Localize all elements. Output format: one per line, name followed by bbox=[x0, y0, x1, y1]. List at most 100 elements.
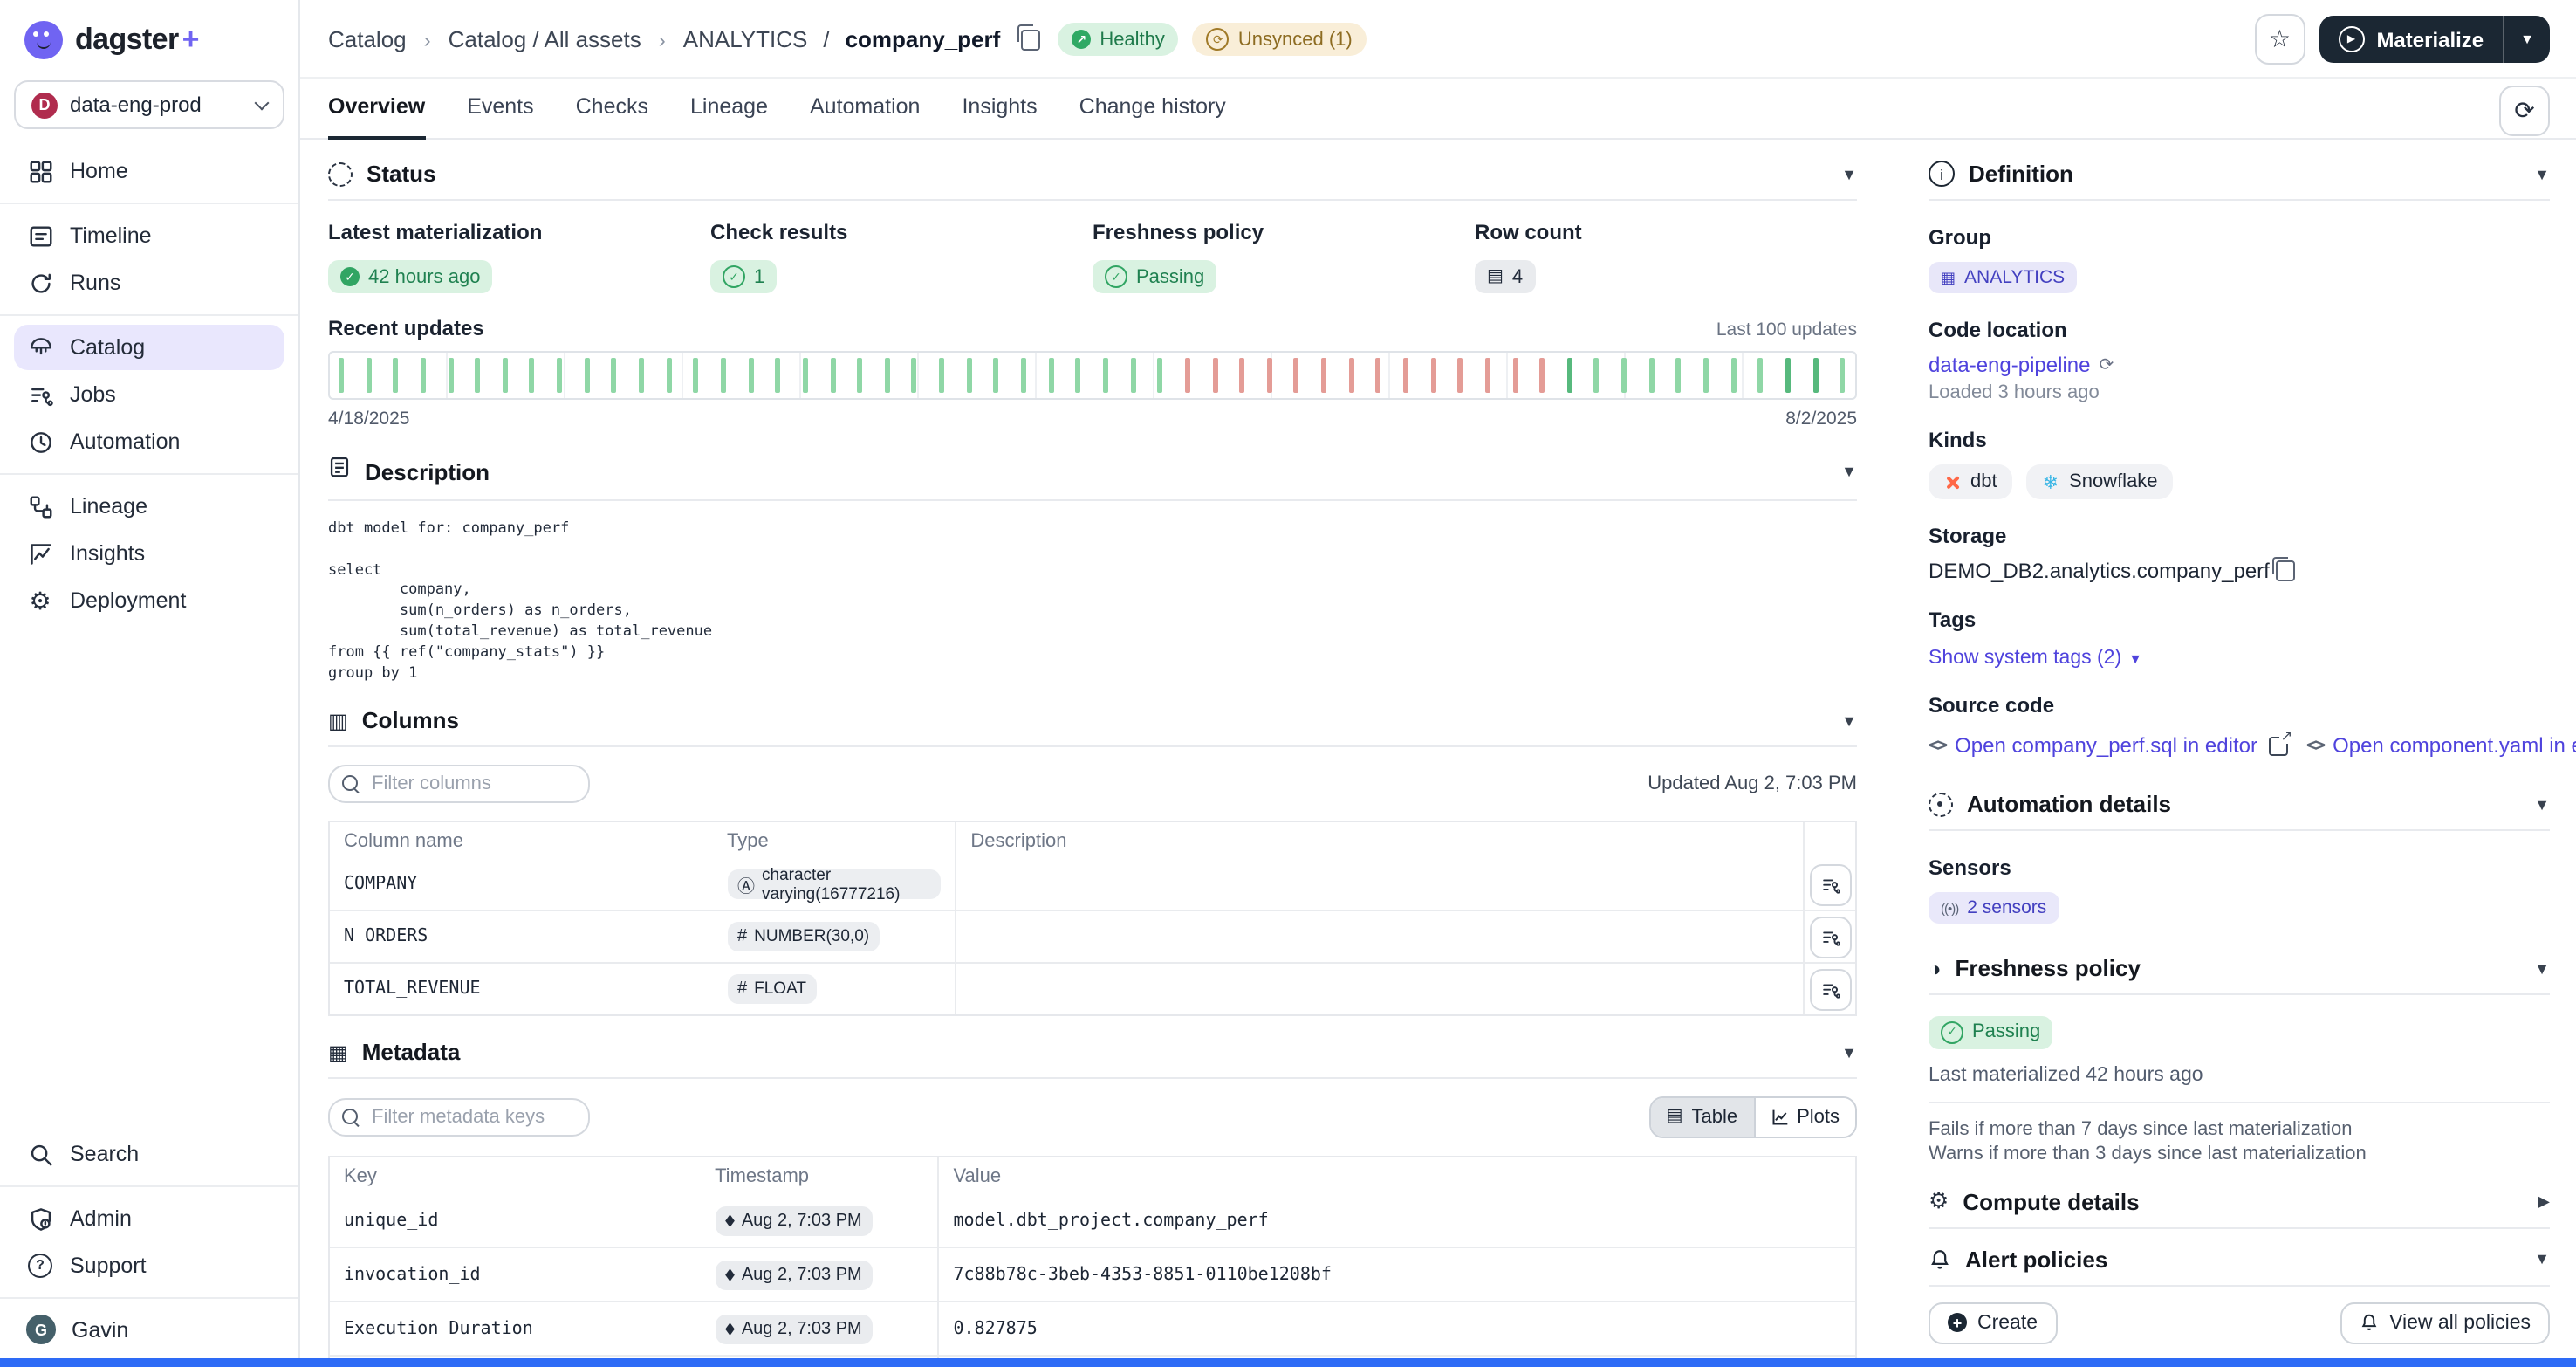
update-bar-success[interactable] bbox=[830, 358, 835, 393]
update-bar-failure[interactable] bbox=[1212, 358, 1217, 393]
update-bar-failure[interactable] bbox=[1239, 358, 1244, 393]
update-bar-success[interactable] bbox=[1812, 358, 1818, 393]
collapse-caret-icon[interactable]: ▼ bbox=[1841, 712, 1857, 730]
expand-caret-icon[interactable]: ▶ bbox=[2538, 1192, 2550, 1211]
logo-row[interactable]: dagster+ bbox=[0, 0, 298, 73]
kind-badge-snowflake[interactable]: ❄Snowflake bbox=[2027, 464, 2174, 499]
metadata-timestamp-badge[interactable]: ◆Aug 2, 7:03 PM bbox=[715, 1261, 873, 1290]
materialize-dropdown[interactable]: ▼ bbox=[2504, 31, 2550, 47]
collapse-caret-icon[interactable]: ▼ bbox=[1841, 165, 1857, 182]
compute-details-section-header[interactable]: ⚙ Compute details ▶ bbox=[1929, 1188, 2550, 1214]
update-bar-success[interactable] bbox=[1758, 358, 1764, 393]
sidebar-item-timeline[interactable]: Timeline bbox=[14, 213, 284, 258]
sidebar-item-deployment[interactable]: ⚙Deployment bbox=[14, 578, 284, 623]
update-bar-failure[interactable] bbox=[1267, 358, 1272, 393]
update-bar-success[interactable] bbox=[939, 358, 944, 393]
update-bar-success[interactable] bbox=[1785, 358, 1791, 393]
update-bar-success[interactable] bbox=[1048, 358, 1053, 393]
filter-metadata-input[interactable] bbox=[328, 1099, 590, 1137]
update-bar-failure[interactable] bbox=[1485, 358, 1490, 393]
user-menu[interactable]: G Gavin bbox=[14, 1308, 284, 1351]
sidebar-item-automation[interactable]: Automation bbox=[14, 419, 284, 464]
update-bar-failure[interactable] bbox=[1185, 358, 1190, 393]
open-in-editor-link[interactable]: Open company_perf.sql in editor bbox=[1955, 733, 2257, 758]
update-bar-success[interactable] bbox=[1621, 358, 1627, 393]
sidebar-item-catalog[interactable]: Catalog bbox=[14, 325, 284, 370]
health-badge[interactable]: ↗Healthy bbox=[1058, 23, 1179, 56]
update-bar-success[interactable] bbox=[1021, 358, 1026, 393]
copy-icon[interactable] bbox=[2277, 560, 2296, 581]
tab-change-history[interactable]: Change history bbox=[1079, 94, 1226, 140]
toggle-table-view[interactable]: ▤Table bbox=[1651, 1099, 1754, 1137]
stat-badge[interactable]: ▤4 bbox=[1475, 260, 1535, 293]
update-bar-success[interactable] bbox=[1076, 358, 1081, 393]
sidebar-item-lineage[interactable]: Lineage bbox=[14, 484, 284, 529]
sidebar-item-insights[interactable]: Insights bbox=[14, 531, 284, 576]
update-bar-success[interactable] bbox=[694, 358, 699, 393]
sensors-badge[interactable]: ((•))2 sensors bbox=[1929, 892, 2059, 924]
copy-icon[interactable] bbox=[1021, 29, 1040, 50]
update-bar-success[interactable] bbox=[1730, 358, 1736, 393]
sidebar-item-runs[interactable]: Runs bbox=[14, 260, 284, 306]
update-bar-success[interactable] bbox=[1649, 358, 1655, 393]
update-bar-success[interactable] bbox=[966, 358, 971, 393]
update-bar-success[interactable] bbox=[1840, 358, 1845, 393]
breadcrumb-catalog[interactable]: Catalog bbox=[328, 26, 407, 52]
update-bar-failure[interactable] bbox=[1321, 358, 1326, 393]
code-location-link[interactable]: data-eng-pipeline bbox=[1929, 353, 2091, 377]
update-bar-success[interactable] bbox=[366, 358, 371, 393]
update-bar-success[interactable] bbox=[557, 358, 562, 393]
update-bar-failure[interactable] bbox=[1348, 358, 1353, 393]
update-bar-success[interactable] bbox=[639, 358, 644, 393]
update-bar-success[interactable] bbox=[585, 358, 590, 393]
tab-events[interactable]: Events bbox=[467, 94, 533, 140]
update-bar-success[interactable] bbox=[448, 358, 453, 393]
metadata-timestamp-badge[interactable]: ◆Aug 2, 7:03 PM bbox=[715, 1206, 873, 1236]
unsynced-badge[interactable]: ⟳Unsynced (1) bbox=[1193, 23, 1367, 56]
update-bar-failure[interactable] bbox=[1403, 358, 1408, 393]
metadata-timestamp-badge[interactable]: ◆Aug 2, 7:03 PM bbox=[715, 1315, 873, 1344]
update-bar-success[interactable] bbox=[503, 358, 508, 393]
refresh-button[interactable]: ⟳ bbox=[2499, 86, 2550, 136]
update-bar-success[interactable] bbox=[666, 358, 671, 393]
collapse-caret-icon[interactable]: ▼ bbox=[2534, 1250, 2550, 1267]
deployment-switcher[interactable]: D data-eng-prod bbox=[14, 80, 284, 129]
tab-automation[interactable]: Automation bbox=[810, 94, 920, 140]
sidebar-item-admin[interactable]: Admin bbox=[14, 1196, 284, 1241]
update-bar-success[interactable] bbox=[339, 358, 344, 393]
sidebar-item-home[interactable]: Home bbox=[14, 148, 284, 194]
update-bar-success[interactable] bbox=[994, 358, 999, 393]
breadcrumb-group[interactable]: ANALYTICS bbox=[683, 26, 808, 52]
sidebar-item-support[interactable]: ?Support bbox=[14, 1243, 284, 1288]
column-actions-button[interactable] bbox=[1809, 917, 1851, 958]
tab-overview[interactable]: Overview bbox=[328, 94, 425, 140]
sidebar-item-search[interactable]: Search bbox=[14, 1131, 284, 1177]
update-bar-success[interactable] bbox=[1676, 358, 1682, 393]
stat-badge[interactable]: ✓Passing bbox=[1093, 260, 1216, 293]
update-bar-failure[interactable] bbox=[1430, 358, 1435, 393]
filter-columns-input[interactable] bbox=[328, 766, 590, 804]
show-system-tags-link[interactable]: Show system tags (2) bbox=[1929, 648, 2121, 669]
update-bar-failure[interactable] bbox=[1512, 358, 1518, 393]
kind-badge-dbt[interactable]: dbt bbox=[1929, 464, 2013, 499]
column-actions-button[interactable] bbox=[1809, 864, 1851, 906]
recent-updates-chart[interactable] bbox=[328, 351, 1857, 400]
update-bar-failure[interactable] bbox=[1376, 358, 1381, 393]
group-badge[interactable]: ▦ANALYTICS bbox=[1929, 262, 2077, 293]
update-bar-success[interactable] bbox=[530, 358, 535, 393]
tab-checks[interactable]: Checks bbox=[576, 94, 648, 140]
collapse-caret-icon[interactable]: ▼ bbox=[1841, 1044, 1857, 1061]
update-bar-success[interactable] bbox=[394, 358, 399, 393]
favorite-button[interactable]: ☆ bbox=[2254, 14, 2305, 65]
update-bar-success[interactable] bbox=[612, 358, 617, 393]
tab-insights[interactable]: Insights bbox=[962, 94, 1037, 140]
update-bar-success[interactable] bbox=[1594, 358, 1600, 393]
update-bar-success[interactable] bbox=[475, 358, 480, 393]
update-bar-success[interactable] bbox=[1103, 358, 1108, 393]
view-all-policies-button[interactable]: View all policies bbox=[2340, 1302, 2550, 1343]
update-bar-success[interactable] bbox=[776, 358, 781, 393]
open-in-editor-link[interactable]: Open component.yaml in editor bbox=[2333, 733, 2576, 758]
update-bar-success[interactable] bbox=[1157, 358, 1162, 393]
create-alert-button[interactable]: +Create bbox=[1929, 1302, 2057, 1343]
toggle-plots-view[interactable]: Plots bbox=[1753, 1099, 1855, 1137]
